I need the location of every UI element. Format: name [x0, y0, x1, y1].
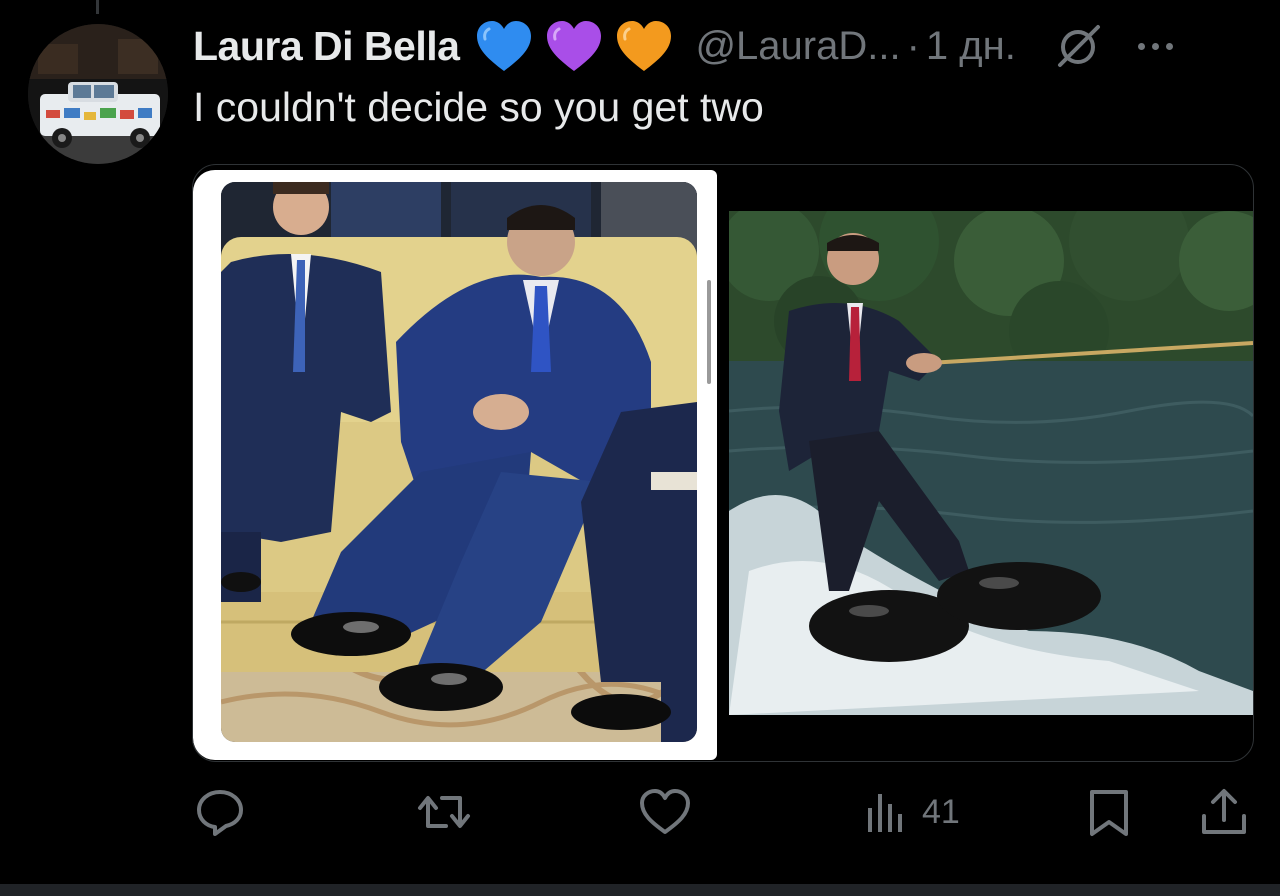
thread-connector [96, 0, 99, 14]
media-image-1-content [221, 182, 697, 742]
share-button[interactable] [1198, 782, 1250, 842]
media-scrollbar[interactable] [707, 280, 711, 384]
bookmark-icon [1090, 790, 1128, 836]
share-icon [1202, 789, 1246, 834]
tweet-text: I couldn't decide so you get two [193, 84, 764, 130]
media-image-1[interactable] [193, 170, 717, 760]
media-image-2[interactable] [729, 211, 1253, 715]
repost-button[interactable] [416, 782, 472, 842]
emoji-badges [475, 19, 673, 73]
more-options-icon[interactable] [1137, 42, 1173, 50]
reply-icon [197, 790, 243, 836]
views-icon [868, 794, 902, 832]
bookmark-button[interactable] [1086, 782, 1132, 842]
avatar-image [28, 24, 168, 164]
display-name[interactable]: Laura Di Bella [193, 23, 460, 70]
like-icon [640, 789, 690, 834]
media-gallery [192, 164, 1254, 762]
reply-button[interactable] [194, 782, 246, 842]
like-button[interactable] [638, 782, 692, 842]
purple-heart-icon [547, 21, 602, 71]
grok-icon[interactable] [1056, 23, 1102, 69]
blue-heart-icon [477, 21, 532, 71]
orange-heart-icon [617, 21, 672, 71]
views-button[interactable]: 41 [864, 782, 960, 842]
tweet-header: Laura Di Bella @LauraD... · 1 дн. [193, 14, 1263, 78]
avatar[interactable] [28, 24, 168, 164]
tweet-action-bar: 41 [190, 782, 1260, 842]
header-separator: · [906, 23, 920, 68]
views-count: 41 [922, 792, 960, 831]
bottom-divider [0, 884, 1280, 896]
repost-icon [418, 796, 470, 828]
author-handle[interactable]: @LauraD... [695, 24, 900, 69]
timestamp[interactable]: 1 дн. [926, 24, 1016, 69]
tweet-screen: Laura Di Bella @LauraD... · 1 дн. I coul… [0, 0, 1280, 896]
